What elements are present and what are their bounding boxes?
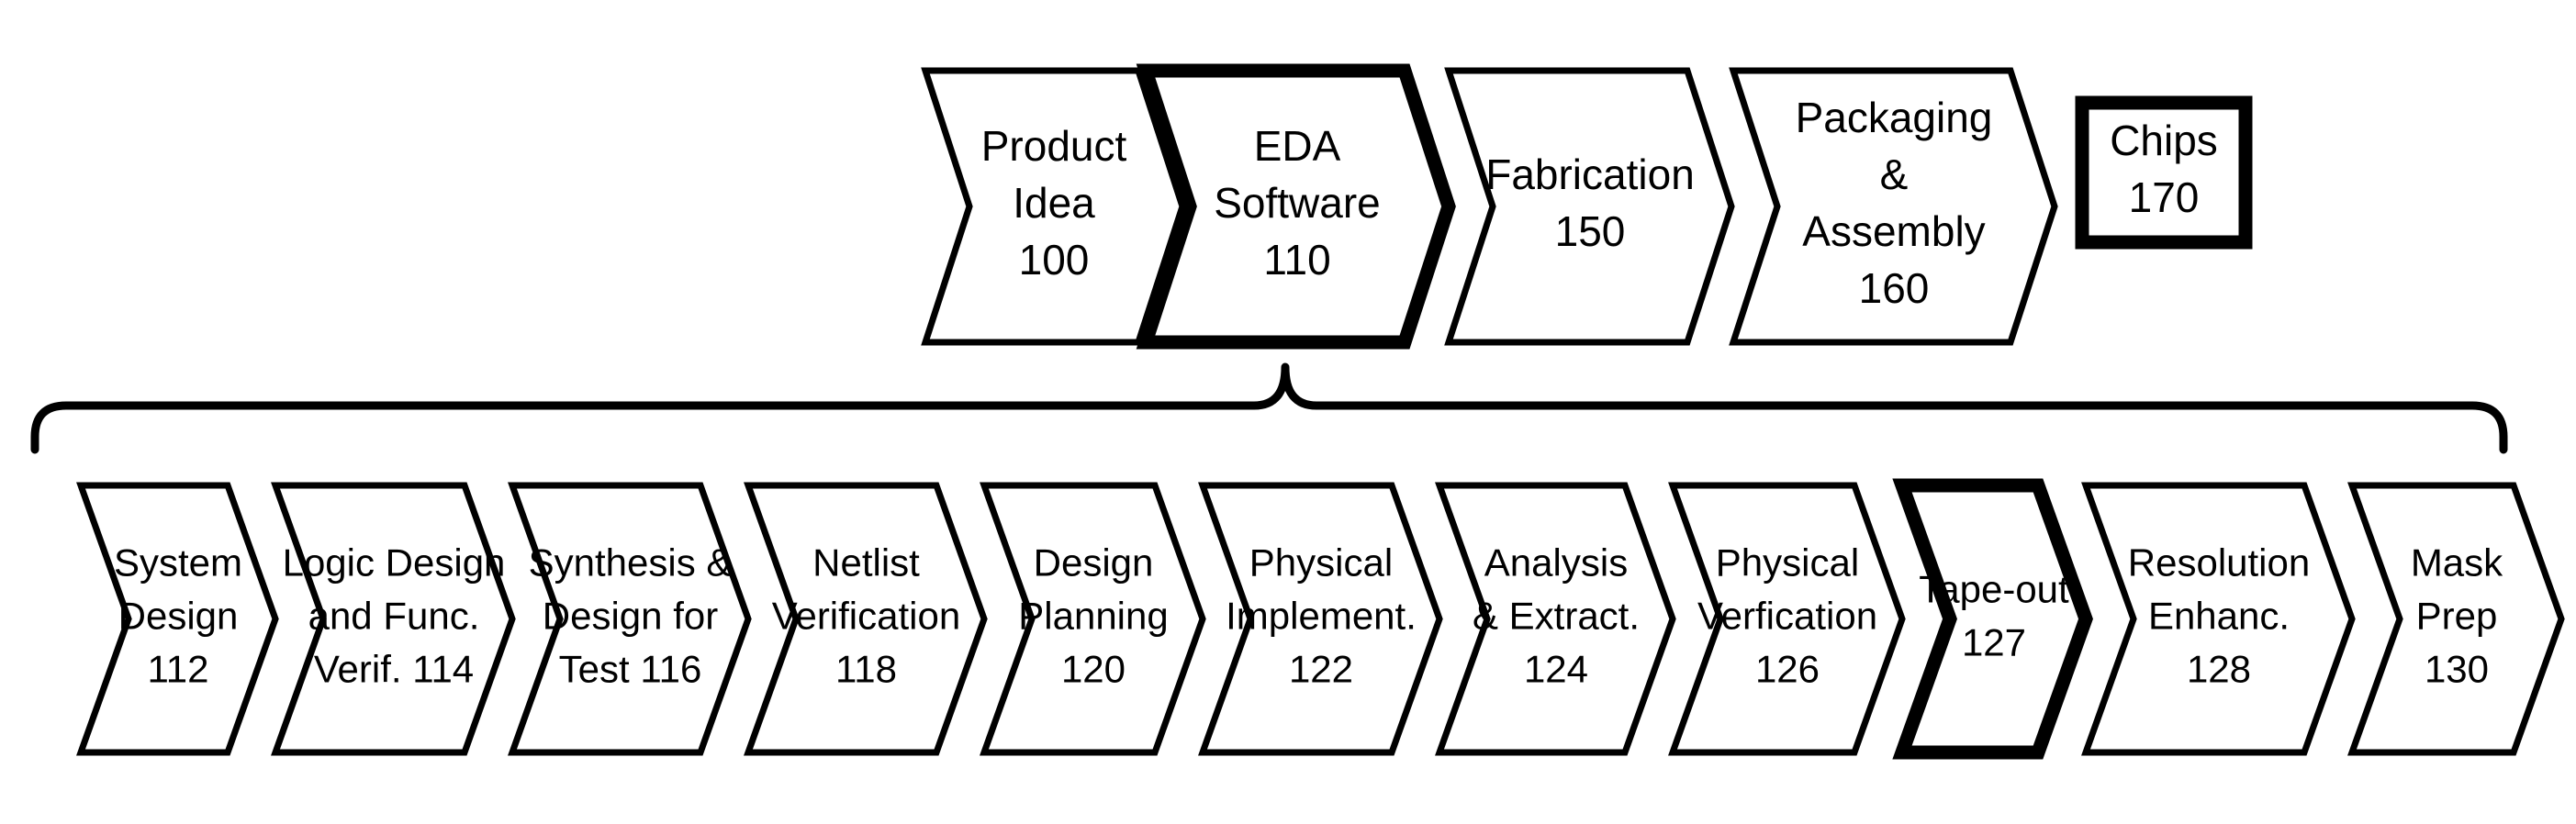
bottom-node-mask-prep[interactable]: Mask Prep 130 xyxy=(2347,482,2565,756)
label-line: 100 xyxy=(1019,236,1090,284)
label-line: Verif. 114 xyxy=(314,648,474,691)
label-line: Verfication xyxy=(1697,595,1877,638)
label-line: Design xyxy=(1034,541,1154,585)
label-line: 126 xyxy=(1755,648,1820,691)
label-line: 110 xyxy=(1263,236,1330,284)
label-line: Idea xyxy=(1013,179,1095,227)
label-line: 150 xyxy=(1555,207,1626,255)
brace-group xyxy=(30,362,2508,454)
label-line: Physical xyxy=(1249,541,1393,585)
bottom-node-physical-implement[interactable]: Physical Implement. 122 xyxy=(1198,482,1443,756)
label-line: 118 xyxy=(835,648,897,691)
label-line: Design for xyxy=(543,595,718,638)
label-line: Enhanc. xyxy=(2148,595,2290,638)
bottom-row-group: System Design 112 Logic Design and Func. Veri… xyxy=(76,478,2565,760)
label-line: Test 116 xyxy=(559,648,702,691)
label-line: System xyxy=(114,541,242,585)
label-line: 120 xyxy=(1061,648,1126,691)
bottom-node-netlist-verification[interactable]: Netlist Verification 118 xyxy=(744,482,988,756)
label-line: Netlist xyxy=(812,541,920,585)
bottom-node-logic-design-and-func-verif[interactable]: Logic Design and Func. Verif. 114 xyxy=(271,482,516,756)
bottom-node-design-planning[interactable]: Design Planning 120 xyxy=(980,482,1206,756)
label-line: Analysis xyxy=(1484,541,1628,585)
label-line: 160 xyxy=(1859,264,1930,312)
label-line: 124 xyxy=(1524,648,1588,691)
label-line: Fabrication xyxy=(1485,150,1695,198)
flow-diagram-svg: Product Idea 100 EDA Software 110 Fabrication 1… xyxy=(30,63,2565,760)
label-line: 128 xyxy=(2187,648,2251,691)
label-line: EDA xyxy=(1254,122,1341,170)
label-line: Physical xyxy=(1716,541,1859,585)
label-line: & Extract. xyxy=(1473,595,1640,638)
label-line: Chips xyxy=(2110,117,2218,164)
diagram-canvas: Product Idea 100 EDA Software 110 Fabrication 1… xyxy=(0,0,2576,824)
bottom-node-physical-verfication[interactable]: Physical Verfication 126 xyxy=(1668,482,1906,756)
bottom-node-tape-out[interactable]: Tape-out 127 xyxy=(1892,478,2093,760)
bottom-node-resolution-enhanc[interactable]: Resolution Enhanc. 128 xyxy=(2081,482,2356,756)
bottom-node-analysis-and-extract[interactable]: Analysis & Extract. 124 xyxy=(1435,482,1676,756)
label-line: 112 xyxy=(148,648,209,691)
label-line: Product xyxy=(981,122,1127,170)
top-node-product-idea[interactable]: Product Idea 100 xyxy=(921,67,1186,346)
label-line: and Func. xyxy=(308,595,480,638)
label-line: 170 xyxy=(2129,173,2200,221)
label-line: 130 xyxy=(2425,648,2489,691)
chevron-shape xyxy=(1892,478,2093,760)
top-node-eda-software[interactable]: EDA Software 110 xyxy=(1136,63,1456,350)
label-line: Packaging xyxy=(1796,94,1993,141)
top-node-fabrication[interactable]: Fabrication 150 xyxy=(1444,67,1735,346)
top-node-chips[interactable]: Chips 170 xyxy=(2075,95,2253,250)
label-line: Software xyxy=(1214,179,1381,227)
label-line: Implement. xyxy=(1226,595,1417,638)
label-line: Mask xyxy=(2411,541,2503,585)
label-line: Prep xyxy=(2416,595,2498,638)
label-line: 122 xyxy=(1289,648,1353,691)
chevron-shape xyxy=(1444,67,1735,346)
label-line: Tape-out xyxy=(1919,568,2069,611)
curly-brace xyxy=(30,362,2508,454)
bottom-node-synthesis-and-design-for-test[interactable]: Synthesis & Design for Test 116 xyxy=(508,482,752,756)
label-line: 127 xyxy=(1962,621,2026,664)
label-line: & xyxy=(1880,150,1909,198)
label-line: Synthesis & xyxy=(529,541,733,585)
top-row-group: Product Idea 100 EDA Software 110 Fabrication 1… xyxy=(921,63,2253,350)
top-node-packaging-assembly[interactable]: Packaging & Assembly 160 xyxy=(1729,67,2058,346)
label-line: Assembly xyxy=(1802,207,1985,255)
label-line: Design xyxy=(118,595,239,638)
label-line: Verification xyxy=(772,595,960,638)
label-line: Planning xyxy=(1018,595,1168,638)
label-line: Resolution xyxy=(2128,541,2310,585)
label-line: Logic Design xyxy=(283,541,506,585)
bottom-node-system-design[interactable]: System Design 112 xyxy=(76,482,279,756)
